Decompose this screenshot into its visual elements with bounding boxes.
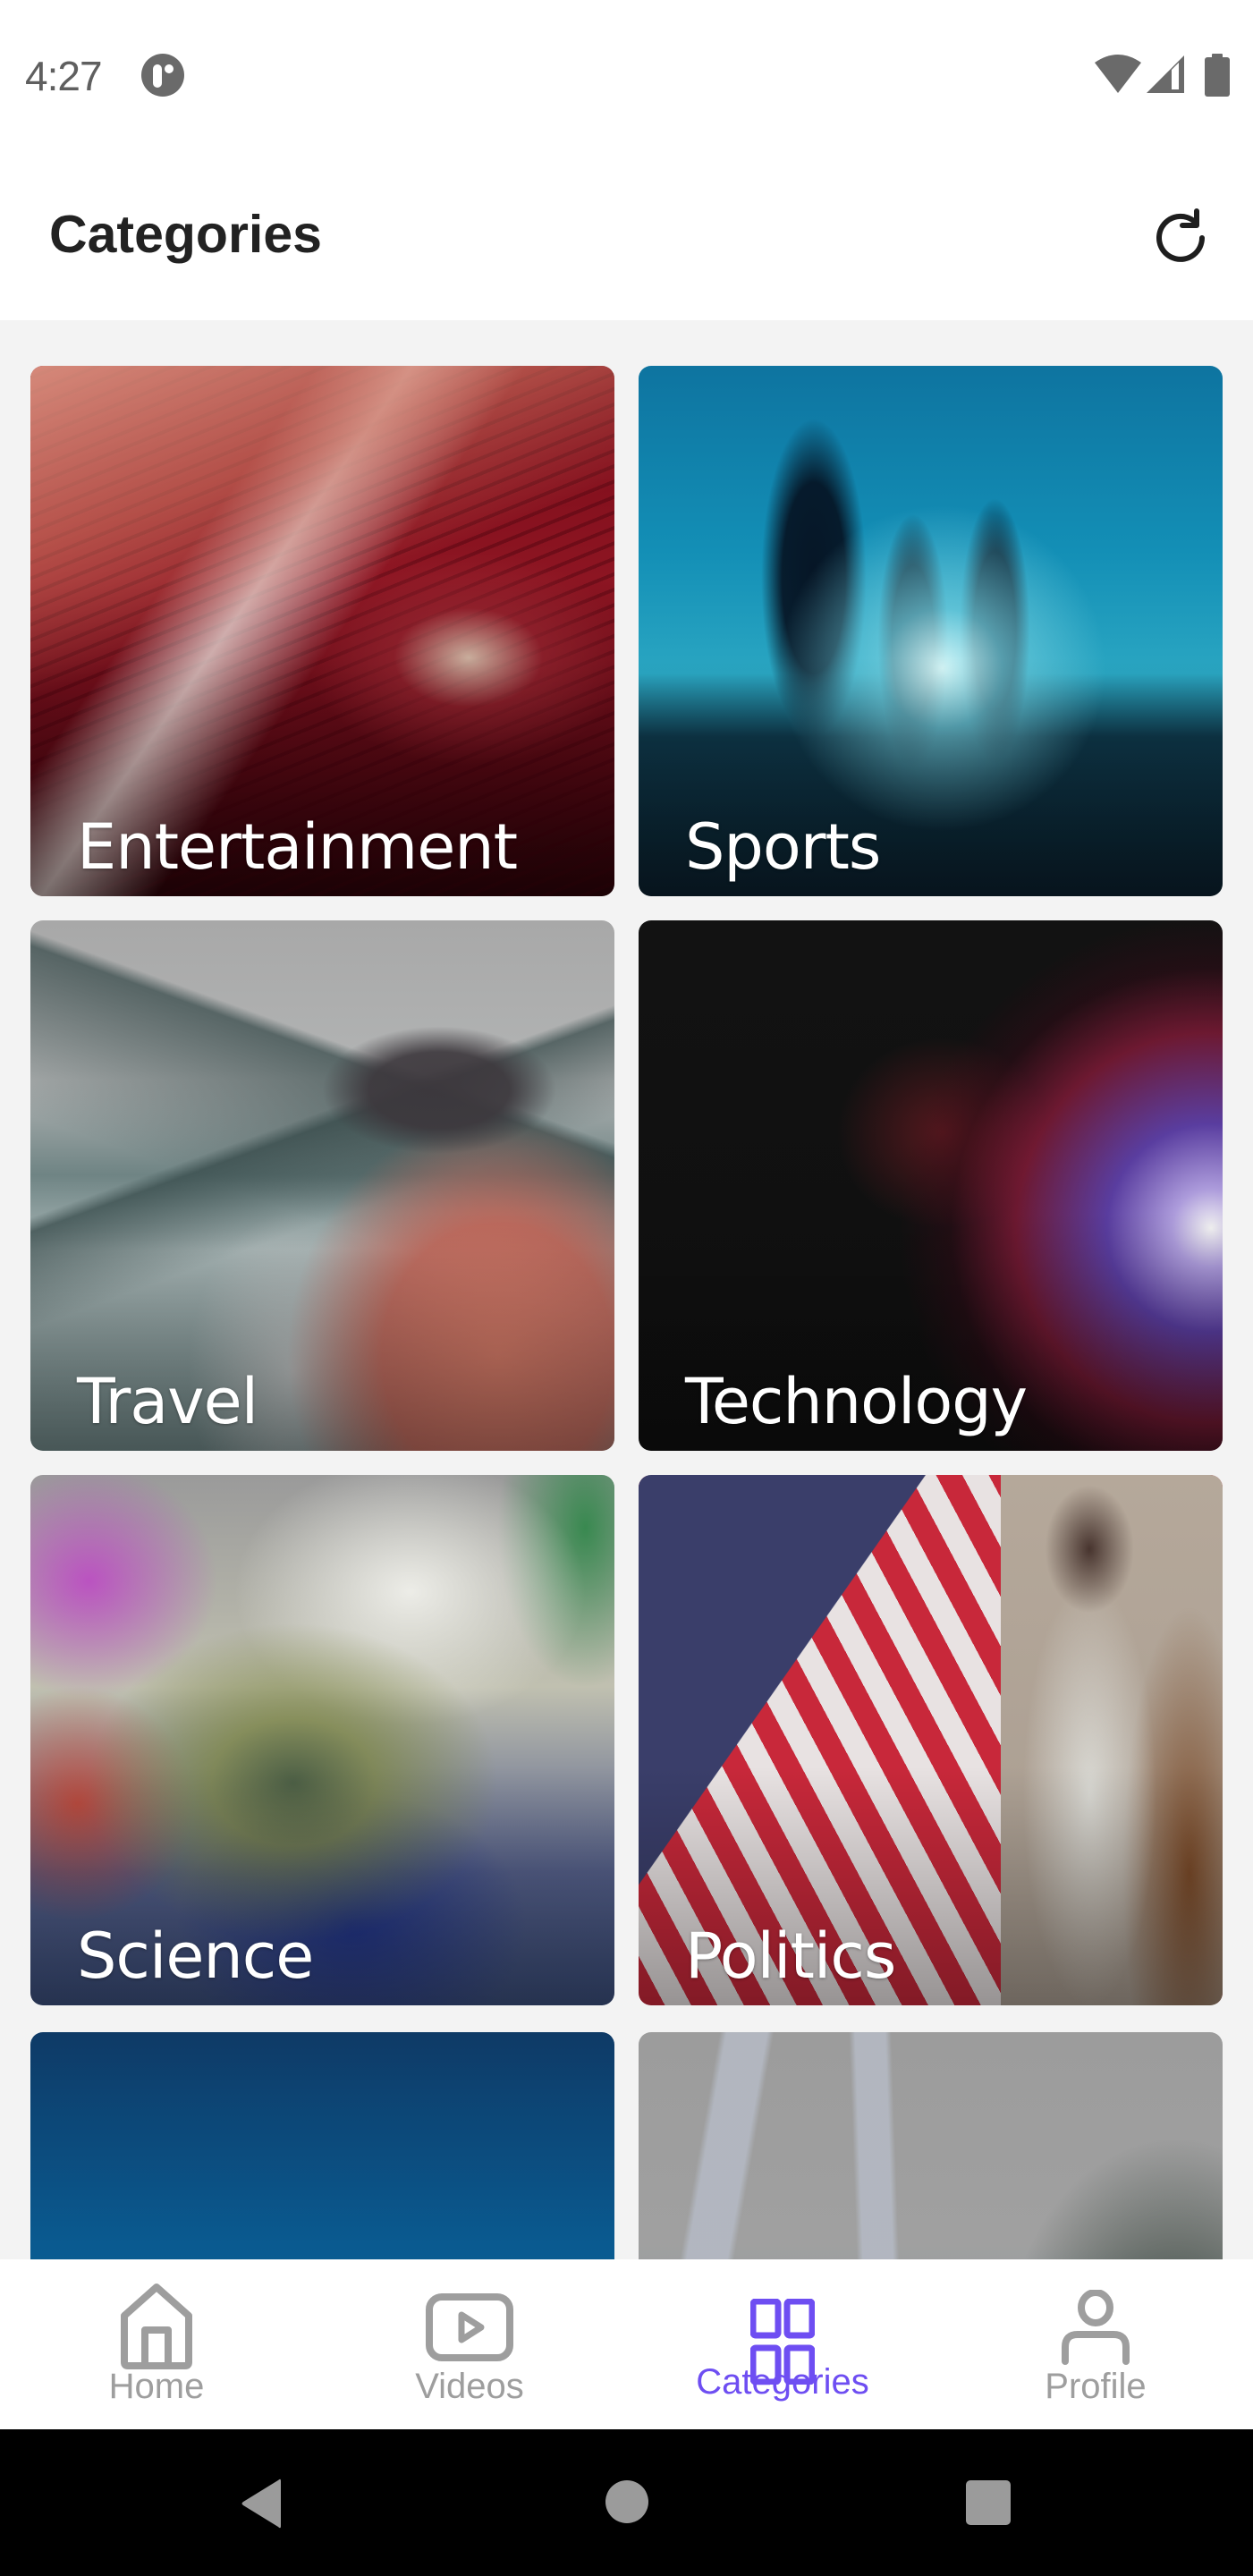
- category-label: Travel: [77, 1365, 258, 1438]
- nav-label: Videos: [415, 2367, 524, 2406]
- app-header: Categories: [0, 143, 1253, 320]
- profile-icon: [1062, 2290, 1130, 2365]
- cell-signal-icon: [1147, 55, 1184, 93]
- status-bar: 4:27: [0, 0, 1253, 143]
- nav-item-profile[interactable]: Profile: [939, 2259, 1252, 2429]
- nav-item-home[interactable]: Home: [0, 2259, 313, 2429]
- category-label: Science: [77, 1919, 314, 1993]
- category-card-politics[interactable]: Politics: [639, 1475, 1223, 2005]
- video-play-icon: [426, 2293, 513, 2361]
- nav-item-videos[interactable]: Videos: [313, 2259, 626, 2429]
- app-notification-icon: [141, 54, 184, 97]
- wifi-icon: [1095, 55, 1141, 93]
- battery-icon: [1205, 54, 1230, 97]
- refresh-button[interactable]: [1143, 202, 1222, 274]
- category-card-technology[interactable]: Technology: [639, 920, 1223, 1451]
- nav-item-categories[interactable]: Categories: [626, 2259, 939, 2429]
- page-title: Categories: [49, 205, 322, 264]
- bottom-nav: Home Videos Categories Profile: [0, 2259, 1253, 2429]
- category-card-science[interactable]: Science: [30, 1475, 614, 2005]
- category-label: Technology: [685, 1365, 1028, 1438]
- category-card-7[interactable]: [30, 2032, 614, 2259]
- category-label: Sports: [685, 810, 881, 884]
- category-card-sports[interactable]: Sports: [639, 366, 1223, 896]
- category-card-8[interactable]: [639, 2032, 1223, 2259]
- category-grid[interactable]: Entertainment Sports Travel Technology S…: [0, 320, 1253, 2259]
- system-nav-bar: [0, 2429, 1253, 2576]
- home-button-icon[interactable]: [605, 2479, 649, 2524]
- status-time: 4:27: [25, 53, 103, 99]
- back-icon[interactable]: [238, 2478, 284, 2529]
- nav-label: Categories: [696, 2362, 869, 2402]
- nav-label: Profile: [1045, 2367, 1147, 2406]
- refresh-icon: [1156, 208, 1205, 262]
- category-card-entertainment[interactable]: Entertainment: [30, 366, 614, 896]
- card-image: [30, 2032, 614, 2259]
- recents-icon[interactable]: [965, 2479, 1012, 2526]
- category-label: Politics: [685, 1919, 896, 1993]
- home-icon: [121, 2284, 192, 2369]
- category-label: Entertainment: [77, 810, 518, 884]
- nav-label: Home: [108, 2367, 205, 2406]
- card-image: [639, 2032, 1223, 2259]
- category-card-travel[interactable]: Travel: [30, 920, 614, 1451]
